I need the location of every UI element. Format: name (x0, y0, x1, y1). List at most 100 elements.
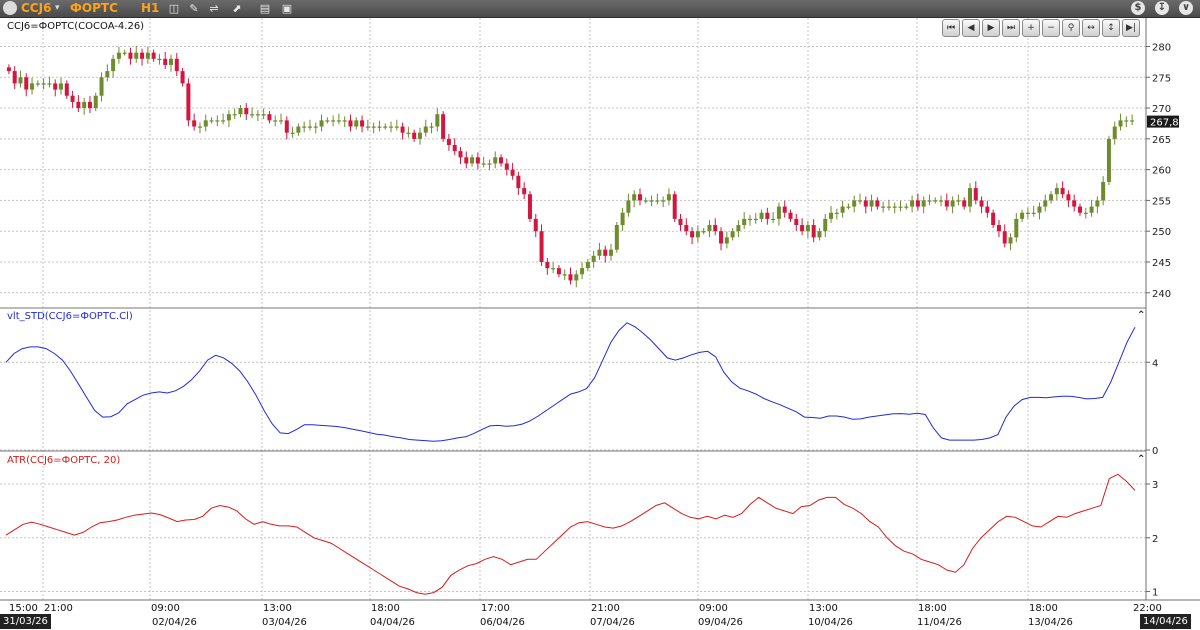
candle-body (47, 83, 52, 85)
zoom-out-icon[interactable]: − (1042, 19, 1060, 37)
candle-body (591, 255, 596, 262)
candle-body (730, 231, 735, 238)
candle-body (904, 206, 909, 208)
candle-body (753, 218, 758, 221)
last-icon[interactable]: ⏭ (1002, 19, 1020, 37)
candle-body (417, 132, 422, 139)
candle-body (1008, 237, 1013, 244)
candle-body (493, 157, 498, 164)
date-label: 03/04/26 (262, 617, 307, 628)
price-tick-label: 250 (1152, 227, 1171, 238)
candle-body (134, 52, 139, 59)
candle-body (238, 108, 243, 115)
candle-body (319, 120, 324, 127)
candle-body (771, 218, 776, 221)
candle-body (279, 120, 284, 122)
candle-body (881, 206, 886, 208)
candle-body (522, 188, 527, 195)
candle-body (348, 120, 353, 127)
candle-body (192, 120, 197, 127)
std-tick-label: 4 (1152, 358, 1158, 369)
candle-body (93, 95, 98, 109)
candle-body (1002, 231, 1007, 244)
candle-body (458, 151, 463, 158)
candle-body (655, 200, 660, 202)
candle-body (499, 157, 504, 164)
candle-body (614, 225, 619, 250)
atr-panel-title: ATR(CCJ6=ФОРТС, 20) (7, 455, 121, 466)
candle-body (632, 194, 637, 201)
candle-body (221, 120, 226, 122)
candle-body (487, 163, 492, 165)
candle-body (59, 83, 64, 90)
price-tick-label: 245 (1152, 258, 1171, 269)
candle-body (145, 52, 150, 59)
candle-body (910, 200, 915, 207)
candle-body (620, 212, 625, 226)
candle-body (1037, 206, 1042, 213)
zoom-in-icon[interactable]: + (1022, 19, 1040, 37)
candle-body (1124, 120, 1129, 122)
candle-body (800, 225, 805, 232)
prev-page-icon[interactable]: ◀ (962, 19, 980, 37)
price-tick-label: 255 (1152, 196, 1171, 207)
chart-canvas[interactable]: 240 245 250 255 260 265 270 275 280 0 4 1 2 3 15:00 21… (0, 0, 1200, 630)
candle-body (24, 77, 29, 90)
candle-body (840, 206, 845, 213)
collapse-std-icon[interactable]: ⌃ (1137, 310, 1145, 321)
candle-body (1054, 188, 1059, 195)
date-label: 09/04/26 (698, 617, 743, 628)
first-icon[interactable]: ⏮ (942, 19, 960, 37)
candle-body (35, 83, 40, 85)
date-label: 04/04/26 (370, 617, 415, 628)
candle-body (429, 126, 434, 128)
candle-body (684, 225, 689, 232)
shrink-icon[interactable]: ↕ (1102, 19, 1120, 37)
candle-body (383, 126, 388, 128)
candle-body (87, 101, 92, 109)
candle-body (174, 58, 179, 72)
collapse-atr-icon[interactable]: ⌃ (1137, 454, 1145, 465)
candle-body (394, 126, 399, 128)
candle-body (151, 52, 156, 59)
candle-body (464, 157, 469, 164)
std-tick-label: 0 (1152, 446, 1158, 457)
time-label: 21:00 (591, 603, 620, 614)
candle-body (707, 225, 712, 232)
candle-body (261, 114, 266, 116)
candle-body (1112, 126, 1117, 139)
candle-body (915, 200, 920, 207)
candle-body (603, 249, 608, 256)
candle-body (574, 274, 579, 281)
candle-body (389, 126, 394, 128)
candles-group (6, 45, 1135, 288)
candle-body (76, 101, 81, 109)
date-label: 02/04/26 (152, 617, 197, 628)
candle-body (111, 58, 116, 72)
time-label: 18:00 (918, 603, 947, 614)
candle-body (585, 261, 590, 269)
candle-body (105, 71, 110, 78)
candle-body (365, 126, 370, 128)
candle-body (1060, 188, 1065, 195)
expand-icon[interactable]: ↔ (1082, 19, 1100, 37)
candle-body (765, 212, 770, 219)
goto-end-icon[interactable]: ▶| (1122, 19, 1140, 37)
candle-body (1083, 212, 1088, 214)
time-label: 09:00 (151, 603, 180, 614)
candle-body (834, 212, 839, 214)
candle-body (713, 225, 718, 232)
price-tick-label: 275 (1152, 73, 1171, 84)
next-page-icon[interactable]: ▶ (982, 19, 1000, 37)
zoom-fit-icon[interactable]: ⚲ (1062, 19, 1080, 37)
candle-body (626, 200, 631, 213)
candle-body (516, 175, 521, 189)
candle-body (1089, 206, 1094, 213)
candle-body (609, 249, 614, 256)
time-label: 15:00 (9, 603, 38, 614)
candle-body (759, 212, 764, 219)
candle-body (597, 249, 602, 256)
candle-body (962, 200, 967, 207)
price-tick-label: 240 (1152, 289, 1171, 300)
candle-body (649, 200, 654, 202)
